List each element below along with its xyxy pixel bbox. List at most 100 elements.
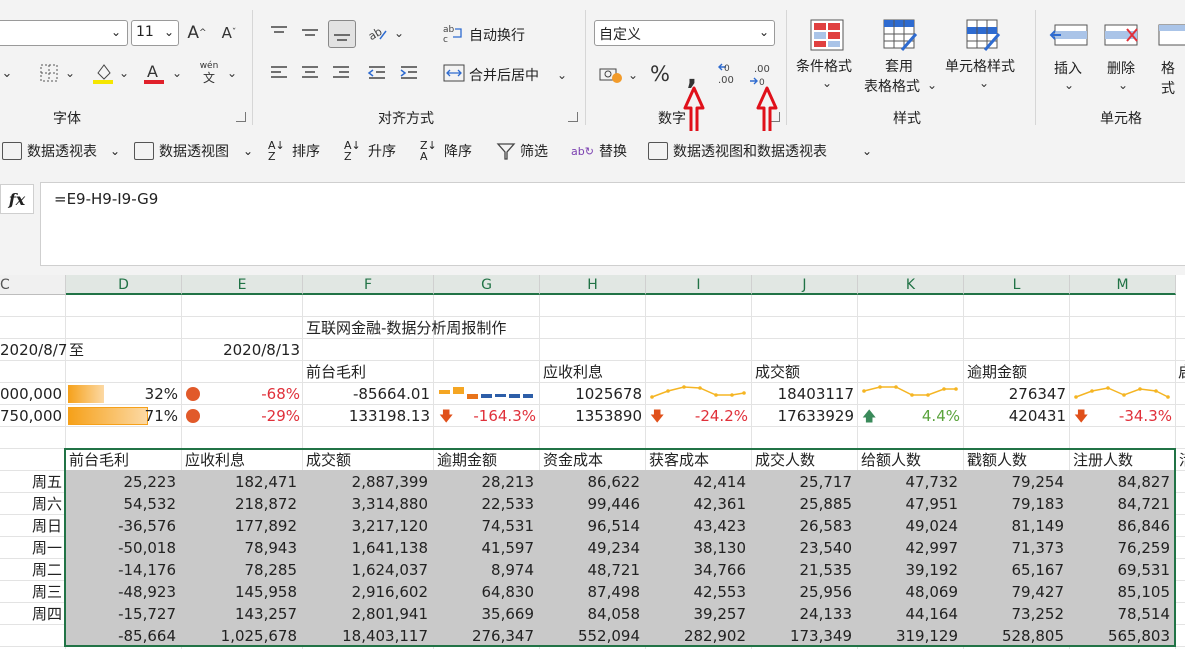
change-1[interactable]: -68% <box>200 383 300 405</box>
font-color-icon[interactable]: A <box>143 60 165 86</box>
delete-cells-icon[interactable] <box>1103 16 1143 54</box>
date-to[interactable]: 2020/8/13 <box>182 339 300 361</box>
column-header-i[interactable]: I <box>646 275 752 295</box>
pivot-chart-button[interactable]: 数据透视图 <box>134 131 229 171</box>
chevron-down-icon[interactable]: ⌄ <box>118 62 130 84</box>
sort-asc-button[interactable]: A↓ Z 升序 <box>344 131 396 171</box>
interest-value[interactable]: 1025678 <box>543 383 642 405</box>
row-day-label[interactable]: 周五 <box>0 471 62 493</box>
turnover-change[interactable]: 4.4% <box>880 405 960 427</box>
merge-center-button[interactable]: 合并后居中 <box>469 65 539 85</box>
column-header-j[interactable]: J <box>752 275 858 295</box>
conditional-format-icon[interactable] <box>808 16 846 54</box>
font-name-select[interactable]: ⌄ <box>0 20 128 46</box>
chevron-down-icon[interactable]: ⌄ <box>556 64 568 86</box>
chevron-down-icon[interactable]: ⌄ <box>110 131 120 171</box>
filter-button[interactable]: 筛选 <box>496 131 548 171</box>
table-header-cell[interactable]: 活 <box>1179 449 1185 471</box>
column-header-d[interactable]: D <box>66 275 182 295</box>
chevron-down-icon[interactable]: ⌄ <box>243 131 253 171</box>
row-day-label[interactable]: 周二 <box>0 559 62 581</box>
align-top-icon[interactable] <box>266 20 292 46</box>
chevron-down-icon[interactable]: ⌄ <box>171 62 183 84</box>
decrease-indent-icon[interactable] <box>364 60 390 86</box>
column-header-m[interactable]: M <box>1070 275 1176 295</box>
chevron-down-icon[interactable]: ⌄ <box>1117 76 1129 94</box>
delete-button[interactable]: 删除 <box>1107 58 1135 78</box>
customize-toolbar-icon[interactable]: ⌄ <box>862 131 872 171</box>
column-header-g[interactable]: G <box>434 275 540 295</box>
overdue-change[interactable]: -34.3% <box>1090 405 1172 427</box>
percent-style-icon[interactable]: % <box>648 62 672 86</box>
insert-cells-icon[interactable] <box>1049 16 1089 54</box>
pivot-table-button[interactable]: 数据透视表 <box>2 131 97 171</box>
wrap-text-icon[interactable]: ab c <box>443 22 465 44</box>
rate-2[interactable]: 71% <box>68 405 178 427</box>
currency-format-icon[interactable] <box>598 62 624 86</box>
interest-prev[interactable]: 1353890 <box>543 405 642 427</box>
chevron-down-icon[interactable]: ⌄ <box>1063 76 1075 94</box>
insert-button[interactable]: 插入 <box>1054 58 1082 78</box>
table-format-label-2[interactable]: 表格格式 <box>864 76 920 96</box>
format-button[interactable]: 格式 <box>1161 58 1185 98</box>
chevron-down-icon[interactable]: ⌄ <box>978 74 990 92</box>
align-bottom-icon[interactable] <box>328 20 356 48</box>
gross-profit-value[interactable]: -85664.01 <box>306 383 430 405</box>
overdue-prev[interactable]: 420431 <box>967 405 1066 427</box>
wrap-text-button[interactable]: 自动换行 <box>469 25 525 45</box>
column-header-k[interactable]: K <box>858 275 964 295</box>
border-icon[interactable] <box>38 62 60 84</box>
chevron-down-icon[interactable]: ⌄ <box>0 62 14 84</box>
column-header-l[interactable]: L <box>964 275 1070 295</box>
date-from[interactable]: 2020/8/7 <box>0 339 67 361</box>
replace-button[interactable]: ab↻ 替换 <box>571 131 627 171</box>
chevron-down-icon[interactable]: ⌄ <box>64 62 76 84</box>
dialog-launcher-icon[interactable] <box>568 112 578 122</box>
row-day-label[interactable] <box>0 625 62 647</box>
target-1[interactable]: 000,000 <box>0 383 62 405</box>
target-2[interactable]: 750,000 <box>0 405 62 427</box>
column-header-e[interactable]: E <box>182 275 303 295</box>
change-2[interactable]: -29% <box>200 405 300 427</box>
sort-desc-button[interactable]: Z↓ A 降序 <box>420 131 472 171</box>
cell-style-icon[interactable] <box>964 16 1004 54</box>
formula-input[interactable] <box>40 182 1185 266</box>
align-center-icon[interactable] <box>297 60 323 86</box>
row-day-label[interactable]: 周一 <box>0 537 62 559</box>
interest-change[interactable]: -24.2% <box>670 405 748 427</box>
fill-color-icon[interactable] <box>92 60 114 86</box>
decrease-font-icon[interactable]: Aˇ <box>218 22 240 44</box>
chevron-down-icon[interactable]: ⌄ <box>226 62 238 84</box>
increase-indent-icon[interactable] <box>396 60 422 86</box>
increase-font-icon[interactable]: A ^ <box>186 22 208 44</box>
pivot-chart-table-button[interactable]: 数据透视图和数据透视表 <box>648 131 827 171</box>
font-size-select[interactable]: 11 ⌄ <box>131 20 179 46</box>
sort-button[interactable]: A↓ Z 排序 <box>268 131 320 171</box>
column-header-f[interactable]: F <box>303 275 434 295</box>
table-format-icon[interactable] <box>881 16 921 54</box>
conditional-format-button[interactable]: 条件格式 <box>796 56 852 76</box>
pinyin-icon[interactable]: wén 文 <box>196 60 222 86</box>
align-right-icon[interactable] <box>328 60 354 86</box>
align-middle-icon[interactable] <box>297 20 323 46</box>
row-day-label[interactable]: 周六 <box>0 493 62 515</box>
row-day-label[interactable]: 周三 <box>0 581 62 603</box>
turnover-prev[interactable]: 17633929 <box>755 405 854 427</box>
chevron-down-icon[interactable]: ⌄ <box>627 64 639 86</box>
column-header-h[interactable]: H <box>540 275 646 295</box>
insert-function-button[interactable]: fx <box>0 184 34 214</box>
chevron-down-icon[interactable]: ⌄ <box>926 76 938 94</box>
merge-center-icon[interactable] <box>443 62 465 84</box>
cell-style-button[interactable]: 单元格样式 <box>945 56 1015 76</box>
align-left-icon[interactable] <box>266 60 292 86</box>
chevron-down-icon[interactable]: ⌄ <box>821 74 833 92</box>
gross-profit-prev[interactable]: 133198.13 <box>306 405 430 427</box>
row-day-label[interactable]: 周四 <box>0 603 62 625</box>
column-header-c[interactable]: C <box>0 275 66 295</box>
row-day-label[interactable]: 周日 <box>0 515 62 537</box>
turnover-value[interactable]: 18403117 <box>755 383 854 405</box>
dialog-launcher-icon[interactable] <box>236 112 246 122</box>
chevron-down-icon[interactable]: ⌄ <box>393 22 405 44</box>
overdue-value[interactable]: 276347 <box>967 383 1066 405</box>
number-format-select[interactable]: 自定义 ⌄ <box>594 20 775 46</box>
